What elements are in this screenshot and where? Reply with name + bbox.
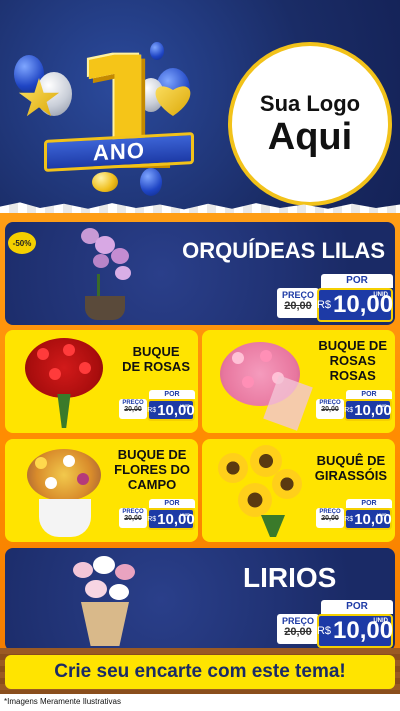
por-label: POR (149, 390, 195, 399)
price-tag: POR PREÇO 20,00 R$ 10,00 UNID (277, 600, 393, 648)
discount-badge: -50% (8, 232, 36, 254)
por-label: POR (346, 390, 392, 399)
por-label: POR (321, 600, 393, 614)
product-title: BUQUE DE FLORES DO CAMPO (114, 447, 190, 492)
logo-line2: Aqui (267, 116, 353, 158)
disclaimer-text: *Imagens Meramente Ilustrativas (4, 697, 121, 706)
header-banner: 1 ANO Sua Logo Aqui (0, 0, 400, 215)
price-display: R$ 10,00 UNID (317, 614, 393, 648)
old-price-box: PREÇO 20,00 (277, 614, 319, 644)
old-price-box: PREÇO 20,00 (316, 508, 344, 528)
logo-line1: Sua Logo (259, 91, 361, 116)
price-tag: POR PREÇO 20,00 R$ 10,00 UNID (277, 274, 393, 322)
product-card-flores-campo: BUQUE DE FLORES DO CAMPO POR PREÇO 20,00 R… (5, 439, 198, 542)
logo-placeholder: Sua Logo Aqui (228, 42, 392, 206)
product-title: LIRIOS (243, 562, 337, 593)
footer-banner: Crie seu encarte com este tema! (5, 655, 395, 689)
orchid-image (75, 224, 145, 322)
price-display: R$ 10,00 UNID (147, 508, 195, 530)
old-price-box: PREÇO 20,00 (316, 399, 344, 419)
price-tag: POR PREÇO 20,00 R$ 10,00 UNID (119, 499, 195, 531)
product-title: BUQUE DE ROSAS (122, 344, 190, 374)
red-roses-image (23, 334, 105, 430)
unit-label: UNID (373, 292, 388, 298)
por-label: POR (149, 499, 195, 508)
price-tag: POR PREÇO 20,00 R$ 10,00 UNID (119, 390, 195, 422)
por-label: POR (321, 274, 393, 288)
product-title: BUQUE DE ROSAS ROSAS (318, 338, 387, 383)
preco-label: PREÇO (281, 290, 314, 300)
product-card-girassois: BUQUÊ DE GIRASSÓIS POR PREÇO 20,00 R$ 10,… (202, 439, 395, 542)
product-card-buque-rosas: BUQUE DE ROSAS POR PREÇO 20,00 R$ 10,00 U… (5, 330, 198, 433)
currency: R$ (316, 299, 331, 311)
sunflowers-image (214, 443, 308, 539)
old-price-box: PREÇO 20,00 (119, 508, 147, 528)
wildflowers-image (21, 443, 107, 539)
product-card-orquideas: ORQUÍDEAS LILAS POR PREÇO 20,00 R$ 10,00… (5, 222, 395, 325)
old-price: 20,00 (284, 300, 312, 312)
old-price-box: PREÇO 20,00 (277, 288, 319, 318)
product-title: ORQUÍDEAS LILAS (182, 238, 385, 263)
pink-roses-image (216, 336, 313, 431)
price-display: R$ 10,00 UNID (317, 288, 393, 322)
product-title: BUQUÊ DE GIRASSÓIS (314, 453, 387, 483)
lilies-image (67, 554, 147, 648)
product-card-lirios: LIRIOS POR PREÇO 20,00 R$ 10,00 UNID (5, 548, 395, 651)
price-tag: POR PREÇO 20,00 R$ 10,00 UNID (316, 499, 392, 531)
price-display: R$ 10,00 UNID (147, 399, 195, 421)
price-display: R$ 10,00 UNID (344, 508, 392, 530)
ribbon-label: ANO (93, 137, 145, 166)
product-card-buque-rosas-rosas: BUQUE DE ROSAS ROSAS POR PREÇO 20,00 R$ 10… (202, 330, 395, 433)
footer-banner-text: Crie seu encarte com este tema! (54, 661, 346, 682)
old-price-box: PREÇO 20,00 (119, 399, 147, 419)
price-tag: POR PREÇO 20,00 R$ 10,00 UNID (316, 390, 392, 422)
por-label: POR (346, 499, 392, 508)
price-display: R$ 10,00 UNID (344, 399, 392, 421)
